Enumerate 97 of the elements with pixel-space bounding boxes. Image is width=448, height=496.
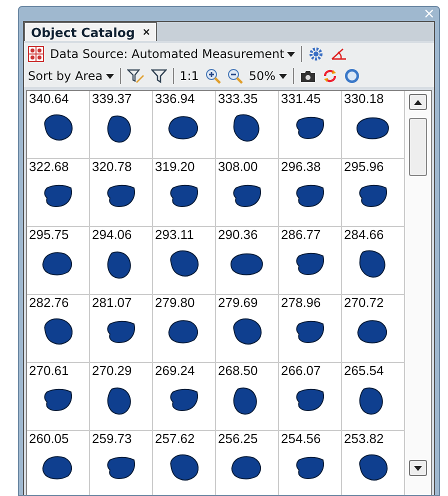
area-value: 320.78 — [91, 159, 132, 174]
catalog-cell[interactable]: 333.35 — [216, 91, 279, 159]
area-value: 269.24 — [154, 363, 195, 378]
catalog-cell[interactable]: 290.36 — [216, 227, 279, 295]
area-value: 286.77 — [280, 227, 321, 242]
refresh-icon[interactable] — [322, 68, 338, 84]
area-value: 339.37 — [91, 91, 132, 106]
zoom-in-icon[interactable] — [204, 68, 221, 84]
edit-filter-icon[interactable] — [126, 68, 145, 84]
zoom-dropdown[interactable]: 50% — [248, 69, 287, 83]
catalog-cell[interactable]: 260.05 — [27, 431, 90, 495]
area-value: 256.25 — [217, 431, 258, 446]
catalog-cell[interactable]: 295.75 — [27, 227, 90, 295]
area-value: 293.11 — [154, 227, 194, 242]
catalog-cell[interactable]: 308.00 — [216, 159, 279, 227]
area-value: 333.35 — [217, 91, 258, 106]
catalog-cell[interactable]: 282.76 — [27, 295, 90, 363]
area-value: 340.64 — [28, 91, 69, 106]
catalog-cell[interactable]: 339.37 — [90, 91, 153, 159]
catalog-cell[interactable]: 279.80 — [153, 295, 216, 363]
catalog-cell[interactable]: 320.78 — [90, 159, 153, 227]
area-value: 281.07 — [91, 295, 132, 310]
catalog-cell[interactable]: 296.38 — [279, 159, 342, 227]
area-value: 268.50 — [217, 363, 258, 378]
area-value: 257.62 — [154, 431, 195, 446]
area-value: 319.20 — [154, 159, 195, 174]
area-value: 290.36 — [217, 227, 258, 242]
catalog-cell[interactable]: 319.20 — [153, 159, 216, 227]
catalog-cell[interactable]: 286.77 — [279, 227, 342, 295]
catalog-cell[interactable]: 278.96 — [279, 295, 342, 363]
camera-icon[interactable] — [300, 69, 316, 83]
caret-icon — [106, 74, 114, 78]
scroll-thumb[interactable] — [409, 118, 427, 176]
area-value: 259.73 — [91, 431, 132, 446]
catalog-cell[interactable]: 253.82 — [342, 431, 405, 495]
area-value: 278.96 — [280, 295, 321, 310]
area-value: 270.72 — [343, 295, 384, 310]
area-value: 295.75 — [28, 227, 69, 242]
tab[interactable]: Object Catalog × — [24, 22, 157, 41]
catalog-cell[interactable]: 336.94 — [153, 91, 216, 159]
catalog-cell[interactable]: 270.29 — [90, 363, 153, 431]
catalog-cell[interactable]: 266.07 — [279, 363, 342, 431]
tab-label: Object Catalog — [31, 24, 135, 40]
area-value: 331.45 — [280, 91, 321, 106]
scrollbar[interactable] — [405, 91, 431, 495]
area-value: 284.66 — [343, 227, 384, 242]
area-value: 296.38 — [280, 159, 321, 174]
angle-measure-icon[interactable] — [330, 46, 348, 62]
area-value: 253.82 — [343, 431, 384, 446]
area-value: 308.00 — [217, 159, 258, 174]
catalog-cell[interactable]: 295.96 — [342, 159, 405, 227]
area-value: 279.69 — [217, 295, 258, 310]
area-value: 265.54 — [343, 363, 384, 378]
settings-icon[interactable] — [308, 46, 324, 62]
area-value: 322.68 — [28, 159, 69, 174]
area-value: 330.18 — [343, 91, 384, 106]
area-value: 295.96 — [343, 159, 384, 174]
catalog-cell[interactable]: 270.61 — [27, 363, 90, 431]
area-value: 336.94 — [154, 91, 195, 106]
area-value: 260.05 — [28, 431, 69, 446]
catalog-cell[interactable]: 284.66 — [342, 227, 405, 295]
catalog-cell[interactable]: 269.24 — [153, 363, 216, 431]
scroll-up-button[interactable] — [409, 94, 427, 110]
area-value: 270.29 — [91, 363, 132, 378]
catalog-cell[interactable]: 279.69 — [216, 295, 279, 363]
caret-icon — [278, 74, 287, 78]
down-arrow-icon — [414, 466, 422, 470]
zoom-out-icon[interactable] — [226, 68, 243, 84]
catalog-cell[interactable]: 256.25 — [216, 431, 279, 495]
actual-size-button[interactable]: 1:1 — [180, 69, 199, 83]
catalog-cell[interactable]: 340.64 — [27, 91, 90, 159]
tab-close-button[interactable]: × — [142, 25, 150, 39]
area-value: 279.80 — [154, 295, 195, 310]
catalog-cell[interactable]: 257.62 — [153, 431, 216, 495]
catalog-cell[interactable]: 281.07 — [90, 295, 153, 363]
catalog-cell[interactable]: 270.72 — [342, 295, 405, 363]
area-value: 266.07 — [280, 363, 321, 378]
filter-icon[interactable] — [150, 68, 167, 84]
area-value: 282.76 — [28, 295, 69, 310]
catalog-cell[interactable]: 265.54 — [342, 363, 405, 431]
scroll-down-button[interactable] — [409, 460, 427, 476]
catalog-cell[interactable]: 293.11 — [153, 227, 216, 295]
catalog-cell[interactable]: 254.56 — [279, 431, 342, 495]
catalog-cell[interactable]: 294.06 — [90, 227, 153, 295]
area-value: 294.06 — [91, 227, 132, 242]
catalog-cell[interactable]: 322.68 — [27, 159, 90, 227]
catalog-cell[interactable]: 330.18 — [342, 91, 405, 159]
area-value: 254.56 — [280, 431, 321, 446]
grid-view-icon[interactable] — [28, 46, 44, 62]
catalog-cell[interactable]: 259.73 — [90, 431, 153, 495]
area-value: 270.61 — [28, 363, 69, 378]
up-arrow-icon — [414, 100, 422, 104]
data-source-dropdown[interactable]: Data Source: Automated Measurement — [50, 47, 296, 61]
catalog-cell[interactable]: 331.45 — [279, 91, 342, 159]
sort-dropdown[interactable]: Sort by Area — [28, 69, 114, 83]
caret-icon — [287, 52, 296, 56]
catalog-cell[interactable]: 268.50 — [216, 363, 279, 431]
